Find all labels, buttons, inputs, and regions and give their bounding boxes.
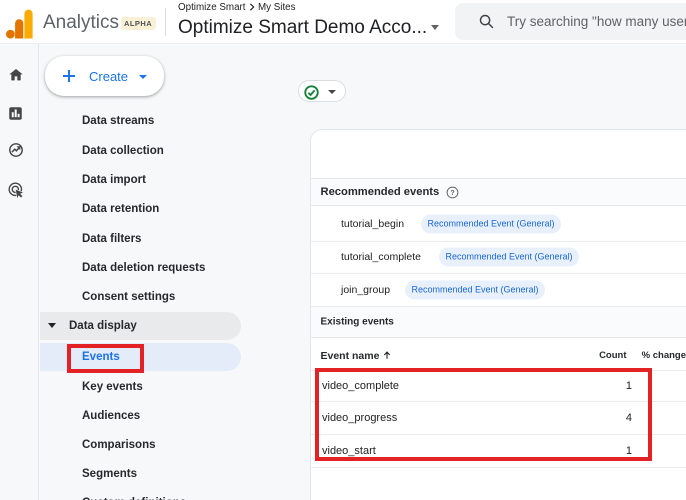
svg-text:?: ?: [450, 190, 454, 197]
